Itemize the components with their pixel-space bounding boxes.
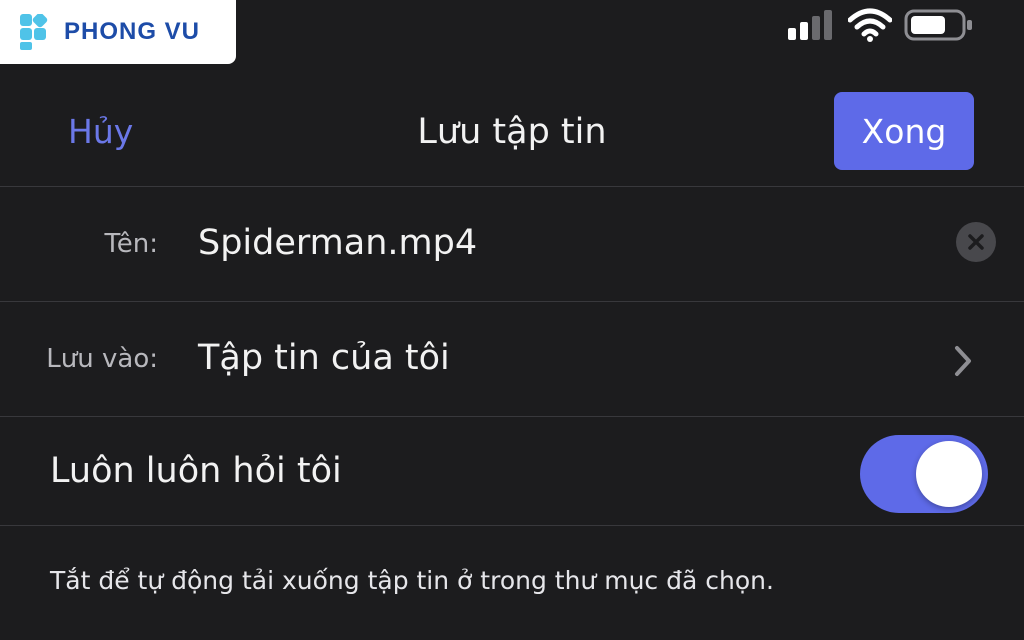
toggle-knob [916,441,982,507]
always-ask-row: Luôn luôn hỏi tôi [0,417,1024,531]
chevron-right-icon [955,346,971,376]
always-ask-toggle[interactable] [860,435,988,513]
logo-mark-icon [20,14,48,50]
clear-button[interactable] [956,222,996,262]
done-button[interactable]: Xong [834,92,974,170]
save-location-value: Tập tin của tôi [198,338,450,378]
signal-icon [788,10,832,40]
brand-logo: PHONG VU [0,0,236,64]
file-name-input[interactable] [198,217,938,269]
save-location-label: Lưu vào: [46,344,158,374]
name-label: Tên: [104,229,158,259]
always-ask-label: Luôn luôn hỏi tôi [50,451,342,491]
wifi-icon [848,8,892,42]
name-row: Tên: [0,187,1024,301]
save-file-screen: PHONG VU Hủy Lưu tập tin Xong Tên: Spide… [0,0,1024,640]
logo-text: PHONG VU [64,18,201,45]
status-bar: PHONG VU [0,0,1024,64]
footer-note: Tắt để tự động tải xuống tập tin ở trong… [50,566,774,595]
divider [0,525,1024,526]
cancel-button[interactable]: Hủy [68,112,133,151]
close-icon [968,234,984,250]
save-location-row[interactable]: Lưu vào: Tập tin của tôi [0,302,1024,416]
nav-bar: Hủy Lưu tập tin Xong [0,80,1024,186]
battery-icon [904,9,972,41]
